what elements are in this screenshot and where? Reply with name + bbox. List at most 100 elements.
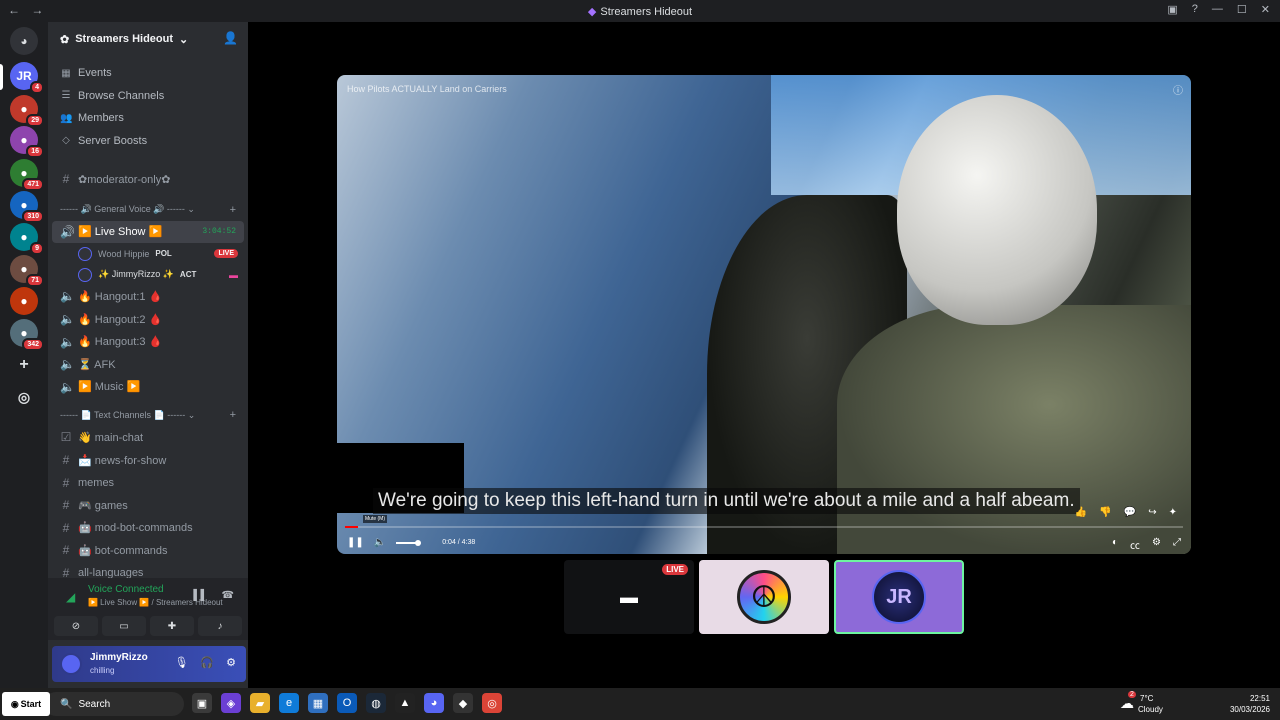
menu-server-boosts[interactable]: ◇ Server Boosts [48,130,248,153]
server-icon-5[interactable]: ● 310 [10,191,44,223]
add-server-icon[interactable]: + [10,351,38,379]
hash-icon: # [62,172,70,187]
taskbar-search[interactable]: 🔍 Search [44,692,184,716]
video-progress-bar[interactable] [345,526,1183,528]
headphones-icon[interactable]: 🎧 [200,656,214,669]
minimize-button[interactable]: — [1212,3,1223,16]
channel-games[interactable]: # 🎮 games [48,494,248,517]
edge-icon[interactable]: e [279,693,299,713]
video-title[interactable]: How Pilots ACTUALLY Land on Carriers [347,84,507,94]
add-channel-icon[interactable]: + [230,409,236,421]
folder-icon[interactable]: ▰ [250,693,270,713]
channel-mod-bot-commands[interactable]: # 🤖 mod-bot-commands [48,517,248,540]
signal-icon[interactable]: ◢ [66,590,75,604]
category-text-channels[interactable]: ------ 📄 Text Channels 📄 ------ ⌄ + [48,404,248,426]
avatar[interactable] [60,653,82,675]
server-icon-8[interactable]: ● [10,287,38,315]
server-header[interactable]: ✿ Streamers Hideout ⌄ 👤 [48,22,248,56]
fullscreen-icon[interactable]: ⤢ [1173,537,1181,552]
share-icon[interactable]: ↪ [1148,507,1156,518]
channel-news-for-show[interactable]: # 📩 news-for-show [48,449,248,472]
video-player[interactable]: How Pilots ACTUALLY Land on Carriers ⓘ W… [337,75,1191,554]
channel-memes[interactable]: # memes [48,471,248,494]
stream-stage: How Pilots ACTUALLY Land on Carriers ⓘ W… [248,22,1280,688]
voice-channel-hangout-2[interactable]: 🔈 🔥 Hangout:2 🩸 [48,308,248,331]
comment-icon[interactable]: 💬 [1124,507,1136,518]
activities-button[interactable]: ✚ [150,616,194,636]
voice-user-wood-hippie[interactable]: Wood Hippie POL LIVE [48,243,248,264]
voice-channel-hangout-3[interactable]: 🔈 🔥 Hangout:3 🩸 [48,330,248,353]
like-icon[interactable]: 👍 [1075,507,1087,518]
discord-home-icon[interactable]: ◕ [10,27,38,55]
app-icon-2[interactable]: ◆ [453,693,473,713]
copilot-icon[interactable]: ◈ [221,693,241,713]
video-controls-left: ❚❚ 🔈 0:04 / 4:38 [347,537,475,548]
task-view-icon[interactable]: ▣ [192,693,212,713]
avatar [78,246,92,261]
inbox-icon[interactable]: ▣ [1167,3,1177,16]
dislike-icon[interactable]: 👎 [1099,507,1111,518]
store-icon[interactable]: ▦ [308,693,328,713]
channel-moderator-only[interactable]: # ✿moderator-only✿ [48,168,248,191]
menu-browse-channels[interactable]: ☰ Browse Channels [48,85,248,108]
volume-icon[interactable]: 🔈 [374,537,386,548]
voice-user-jimmyrizzo[interactable]: ✨ JimmyRizzo ✨ ACT ▬ [48,264,248,285]
outlook-icon[interactable]: O [337,693,357,713]
disconnect-icon[interactable]: ☎ [222,590,234,601]
participant-tile-jr[interactable]: JR [834,560,964,634]
server-icon-7[interactable]: ● 71 [10,255,44,287]
server-icon-9[interactable]: ● 342 [10,319,44,351]
category-general-voice[interactable]: ------ 🔊 General Voice 🔊 ------ ⌄ + [48,199,248,221]
start-button[interactable]: ◉ Start [2,692,50,716]
chrome-icon[interactable]: ◎ [482,693,502,713]
voice-connected-label[interactable]: Voice Connected [88,584,164,595]
voice-channel-live-show[interactable]: 🔊 ▶️ Live Show ▶️ 3:04:52 [52,220,244,244]
gear-icon[interactable]: ⚙ [226,656,236,669]
participant-tile-peace[interactable]: ☮ [699,560,829,634]
stream-tile[interactable]: LIVE ▬ [564,560,694,634]
noise-suppression-icon[interactable]: ▌▌ [193,590,207,601]
participant-tiles: LIVE ▬ ☮ JR [564,560,964,634]
sparkle-icon[interactable]: ✦ [1169,507,1177,518]
settings-icon[interactable]: ⚙ [1152,537,1161,552]
close-button[interactable]: ✕ [1261,3,1270,16]
voice-channel-hangout-1[interactable]: 🔈 🔥 Hangout:1 🩸 [48,285,248,308]
invite-icon[interactable]: 👤 [223,31,238,45]
screen-share-button[interactable]: ▭ [102,616,146,636]
server-icon-4[interactable]: ● 471 [10,159,44,191]
server-icon-6[interactable]: ● 9 [10,223,44,255]
speaker-icon: 🔈 [60,357,75,372]
clock[interactable]: 22:51 30/03/2026 [1230,693,1270,715]
add-channel-icon[interactable]: + [230,204,236,216]
maximize-button[interactable]: ☐ [1237,3,1247,16]
pause-icon[interactable]: ❚❚ [347,537,364,548]
server-icon-3[interactable]: ● 16 [10,126,44,158]
volume-slider[interactable] [396,539,422,546]
app-icon[interactable]: ▲ [395,693,415,713]
help-icon[interactable]: ? [1192,3,1198,16]
menu-members[interactable]: 👥 Members [48,107,248,130]
camera-off-button[interactable]: ⊘ [54,616,98,636]
channel-bot-commands[interactable]: # 🤖 bot-commands [48,539,248,562]
peace-avatar-icon: ☮ [737,570,791,624]
autoplay-toggle-icon[interactable]: ◐ [1112,537,1118,552]
captions-icon[interactable]: ㏄ [1130,537,1140,552]
window-controls: ▣ ? — ☐ ✕ [1167,3,1270,16]
menu-events[interactable]: ▦ Events [48,62,248,85]
user-name[interactable]: JimmyRizzo [90,652,148,663]
voice-channel-afk[interactable]: 🔈 ⏳ AFK [48,353,248,376]
steam-icon[interactable]: ◍ [366,693,386,713]
channel-main-chat[interactable]: ☑ 👋 main-chat [48,426,248,449]
server-icon-2[interactable]: ● 29 [10,95,44,127]
discord-icon[interactable]: ◕ [424,693,444,713]
microphone-icon[interactable]: 🎙 [174,656,188,669]
server-name: Streamers Hideout [75,33,174,45]
speaker-icon: 🔈 [60,379,75,394]
discover-icon[interactable]: ◎ [10,383,38,411]
hash-icon: # [62,543,70,558]
voice-channel-music[interactable]: 🔈 ▶️ Music ▶️ [48,376,248,399]
video-caption: We're going to keep this left-hand turn … [373,488,1080,514]
soundboard-button[interactable]: ♪ [198,616,242,636]
server-icon-streamers[interactable]: JR 4 [10,62,44,94]
info-icon[interactable]: ⓘ [1173,82,1183,97]
